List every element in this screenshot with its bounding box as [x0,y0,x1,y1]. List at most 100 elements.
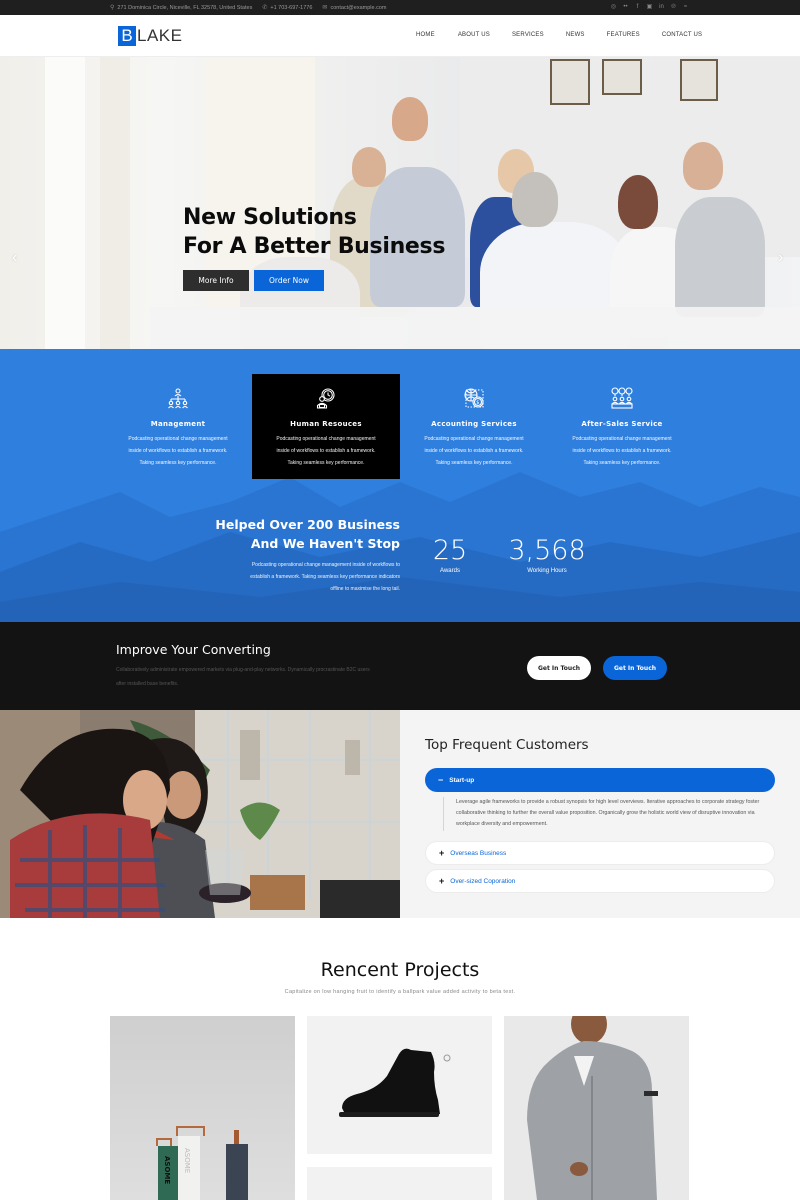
service-desc: Podcasting operational change management… [424,436,524,466]
hero-bg-wall [100,57,130,349]
order-now-button[interactable]: Order Now [254,270,324,291]
minus-icon: − [438,775,444,785]
get-in-touch-primary-button[interactable]: Get In Touch [603,656,667,680]
service-title: Human Resouces [290,420,362,428]
customers-photo [0,710,400,918]
wall-frame [550,59,590,105]
project-card-placeholder[interactable] [307,1167,492,1200]
more-info-button[interactable]: More Info [183,270,249,291]
organization-chart-icon [104,387,252,409]
service-desc: Podcasting operational change management… [128,436,228,466]
hero-person [683,142,723,190]
envelope-icon: ✉ [322,5,328,11]
accordion-item-startup[interactable]: − Start-up [425,768,775,792]
stat-value: 3,568 [508,535,586,566]
chevron-left-icon[interactable]: ‹ [12,249,17,267]
hoodie-image [527,1016,658,1200]
service-desc: Podcasting operational change management… [572,436,672,466]
stats-heading: Helped Over 200 Business And We Haven't S… [215,517,400,551]
hero-table [150,307,800,349]
cta-section: Improve Your Converting Collaboratively … [0,622,800,710]
cta-title: Improve Your Converting [116,642,271,657]
nav-home[interactable]: HOME [416,32,435,38]
hero-slider: New Solutions For A Better Business More … [0,57,800,349]
pinterest-icon[interactable]: ℗ [670,3,677,11]
hero-person [352,147,386,187]
hero-person [512,172,558,227]
stat-working-hours: 3,568 Working Hours [505,535,589,574]
accordion-item-oversized[interactable]: + Over-sized Coporation [425,869,775,893]
stat-value: 25 [432,535,468,566]
customer-support-icon [548,387,696,409]
nav-contact-us[interactable]: CONTACT US [662,32,702,38]
stats-description: Podcasting operational change management… [250,562,400,592]
email-item[interactable]: ✉ contact@example.com [322,4,386,12]
project-card-sneaker[interactable] [307,1016,492,1154]
linkedin-icon[interactable]: in [658,3,665,11]
nav-about-us[interactable]: ABOUT US [458,32,490,38]
service-card-after-sales[interactable]: After-Sales Service Podcasting operation… [548,374,696,479]
wall-frame [680,59,718,101]
email-text[interactable]: contact@example.com [330,5,386,11]
facebook-icon[interactable]: f [634,3,641,11]
chevron-right-icon[interactable]: › [778,249,783,267]
phone-text[interactable]: +1 703-697-1776 [270,5,312,11]
sneaker-image [339,1048,451,1117]
service-card-management[interactable]: Management Podcasting operational change… [104,374,252,479]
cta-description: Collaboratively administrate empowered m… [116,667,370,687]
instagram-icon[interactable]: ◎ [610,3,617,11]
service-title: Management [150,420,206,428]
plus-icon: + [439,876,445,886]
couple-at-window-image [0,710,400,918]
hero-title: New Solutions For A Better Business [183,203,445,261]
time-management-icon [252,387,400,409]
nav-features[interactable]: FEATURES [607,32,640,38]
nav-news[interactable]: NEWS [566,32,585,38]
service-card-human-resources[interactable]: Human Resouces Podcasting operational ch… [252,374,400,479]
accordion-label: Overseas Business [450,849,507,857]
plus-icon: + [439,848,445,858]
hero-person [618,175,658,229]
mountain-background [0,472,800,622]
google-plus-icon[interactable]: ▣ [646,3,653,11]
logo[interactable]: B LAKE [118,26,182,46]
hero-person [392,97,428,141]
bottles-image: ASOME ASOME [156,1126,248,1200]
bottle-label: ASOME [183,1148,191,1173]
address-text: 271 Dominica Circle, Niceville, FL 32578… [117,4,253,11]
logo-text: LAKE [137,26,183,45]
stats-intro: Helped Over 200 Business And We Haven't S… [210,515,400,595]
stat-label: Awards [440,568,460,574]
accordion-label: Over-sized Coporation [450,877,516,885]
social-links: ◎ •• f ▣ in ℗ ≈ [610,3,689,11]
site-header: B LAKE HOME ABOUT US SERVICES NEWS FEATU… [0,15,800,57]
global-finance-icon: $ [400,387,548,409]
stat-label: Working Hours [527,568,567,574]
get-in-touch-button[interactable]: Get In Touch [527,656,591,680]
service-card-accounting[interactable]: $ Accounting Services Podcasting operati… [400,374,548,479]
nav-services[interactable]: SERVICES [512,32,544,38]
hero-title-line: For A Better Business [183,234,446,259]
service-title: After-Sales Service [581,420,663,428]
top-bar: ⚲ 271 Dominica Circle, Niceville, FL 3257… [0,0,800,15]
customers-title: Top Frequent Customers [425,737,589,753]
accordion-item-overseas[interactable]: + Overseas Business [425,841,775,865]
phone-item[interactable]: ✆ +1 703-697-1776 [262,4,312,12]
address-item: ⚲ 271 Dominica Circle, Niceville, FL 3257… [110,4,253,12]
wall-frame [602,59,642,95]
contact-info: ⚲ 271 Dominica Circle, Niceville, FL 3257… [110,4,386,12]
project-card-hoodie[interactable] [504,1016,689,1200]
accordion-label: Start-up [449,776,475,784]
service-desc: Podcasting operational change management… [276,436,376,466]
stat-awards: 25 Awards [425,535,475,574]
projects-title: Rencent Projects [320,959,480,981]
projects-subtitle: Capitalize on low hanging fruit to ident… [284,989,516,995]
services-section: Management Podcasting operational change… [0,349,800,622]
rss-icon[interactable]: ≈ [682,3,689,11]
svg-text:$: $ [476,400,479,406]
project-card-bottles[interactable]: ASOME ASOME [110,1016,295,1200]
service-title: Accounting Services [431,420,517,428]
hero-person [675,197,765,317]
flickr-icon[interactable]: •• [622,3,629,11]
phone-icon: ✆ [262,5,268,11]
